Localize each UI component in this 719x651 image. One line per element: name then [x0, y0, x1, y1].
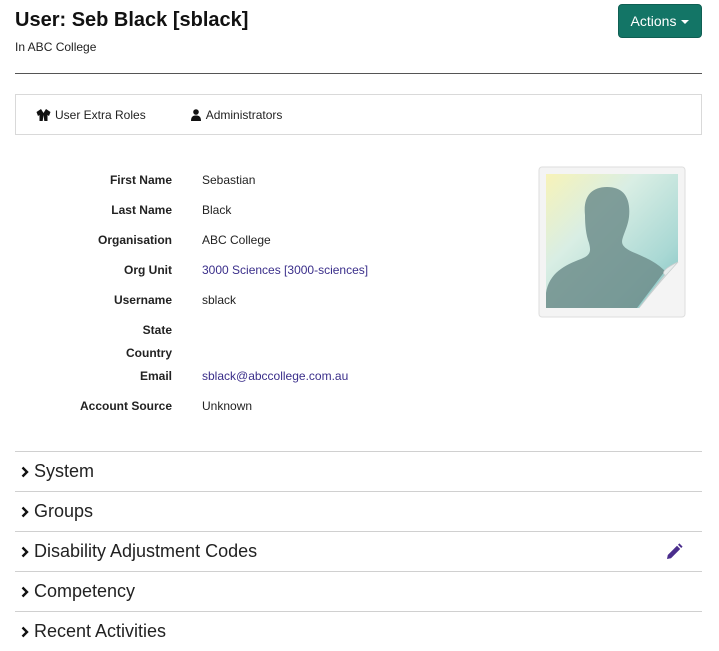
chevron-right-icon: [21, 626, 29, 637]
section-label: Recent Activities: [34, 621, 167, 641]
caret-down-icon: [681, 20, 690, 24]
org-unit-link[interactable]: 3000 Sciences [3000-sciences]: [202, 263, 368, 277]
actions-button[interactable]: Actions: [618, 4, 702, 38]
section-groups[interactable]: Groups: [15, 491, 702, 531]
page-subtitle: In ABC College: [15, 40, 97, 54]
account-source-value: Unknown: [202, 399, 253, 413]
chevron-right-icon: [21, 546, 29, 557]
avatar: [537, 165, 687, 319]
field-label: Last Name: [111, 203, 172, 217]
jacket-icon: [36, 108, 51, 121]
section-label: Competency: [34, 581, 136, 601]
chevron-right-icon: [21, 466, 29, 477]
pencil-icon[interactable]: [665, 543, 683, 566]
field-label: State: [142, 323, 172, 337]
username-value: sblack: [202, 293, 237, 307]
tab-administrators[interactable]: Administrators: [190, 107, 283, 122]
first-name-value: Sebastian: [202, 173, 256, 187]
section-disability-adjustment-codes[interactable]: Disability Adjustment Codes: [15, 531, 702, 571]
person-icon: [190, 108, 202, 121]
organisation-value: ABC College: [202, 233, 271, 247]
field-label: Country: [126, 346, 172, 360]
field-label: Org Unit: [124, 263, 172, 277]
header-divider: [15, 73, 702, 74]
page-title: User: Seb Black [sblack]: [15, 9, 249, 31]
field-label: First Name: [109, 173, 172, 187]
tab-user-extra-roles[interactable]: User Extra Roles: [36, 108, 146, 122]
section-label: System: [34, 461, 95, 481]
email-link[interactable]: sblack@abccollege.com.au: [202, 369, 348, 383]
chevron-right-icon: [21, 506, 29, 517]
chevron-right-icon: [21, 586, 29, 597]
tab-label: Administrators: [205, 107, 283, 122]
field-label: Account Source: [79, 399, 172, 413]
section-competency[interactable]: Competency: [15, 571, 702, 611]
actions-button-label: Actions: [630, 13, 677, 29]
section-label: Disability Adjustment Codes: [34, 541, 258, 561]
section-system[interactable]: System: [15, 451, 702, 491]
section-label: Groups: [34, 501, 94, 521]
section-recent-activities[interactable]: Recent Activities: [15, 611, 702, 651]
tab-label: User Extra Roles: [55, 107, 146, 122]
field-label: Username: [113, 293, 172, 307]
field-label: Organisation: [97, 233, 172, 247]
field-label: Email: [139, 369, 172, 383]
last-name-value: Black: [202, 203, 232, 217]
tab-bar: User Extra Roles Administrators: [15, 94, 702, 135]
